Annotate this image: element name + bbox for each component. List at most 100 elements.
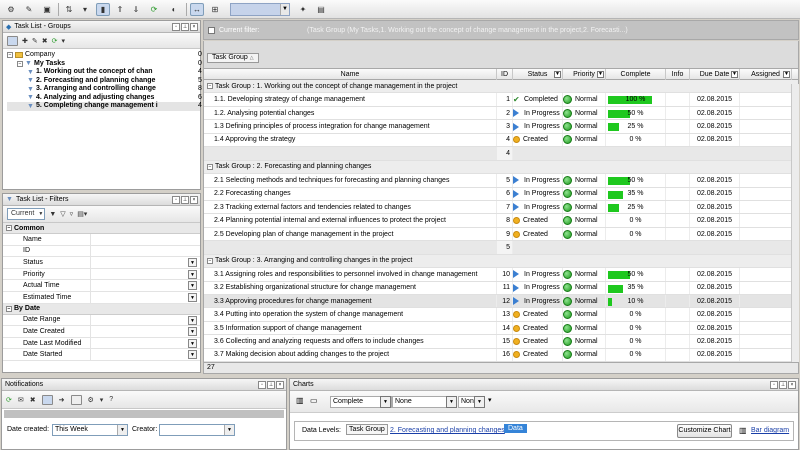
chart-icon[interactable]: ▥ bbox=[296, 396, 304, 405]
help-icon[interactable]: ? bbox=[109, 396, 113, 403]
group-tag[interactable]: Task Group △ bbox=[207, 53, 259, 63]
chart-series-combo[interactable]: None bbox=[392, 396, 454, 408]
filter-section-header[interactable]: − Common bbox=[3, 223, 200, 234]
close-icon[interactable]: × bbox=[190, 195, 198, 204]
filter-row[interactable]: Priority ▼ bbox=[3, 268, 200, 281]
filter-row-value[interactable]: ▼ bbox=[91, 280, 200, 291]
delete-group-icon[interactable]: ✖ bbox=[42, 37, 48, 45]
view-icon[interactable]: ◐ bbox=[167, 3, 181, 16]
tree-item[interactable]: ▼ 1. Working out the concept of chan 4 bbox=[7, 68, 202, 77]
table-row[interactable]: 2.5 Developing plan of change management… bbox=[204, 227, 798, 242]
archive-icon[interactable] bbox=[70, 394, 82, 405]
settings-icon[interactable]: ⚙ bbox=[4, 3, 18, 16]
chevron-down-icon[interactable]: ▼ bbox=[380, 396, 391, 408]
customize-chart-button[interactable]: Customize Chart bbox=[677, 424, 732, 438]
chevron-down-icon[interactable]: ▼ bbox=[188, 350, 197, 360]
sort-icon[interactable]: ⇅ bbox=[62, 3, 76, 16]
edit-group-icon[interactable]: ✎ bbox=[32, 37, 38, 45]
chevron-down-icon[interactable]: ▼ bbox=[188, 338, 197, 348]
table-row[interactable]: 1.2. Analysing potential changes 2 In Prog… bbox=[204, 106, 798, 121]
table-row[interactable]: 1.4 Approving the strategy 4 Created Normal… bbox=[204, 133, 798, 148]
grid-icon[interactable]: ⊞ bbox=[208, 3, 222, 16]
clear-filter-icon[interactable]: ▿ bbox=[70, 210, 74, 218]
refresh-icon[interactable]: ⟳ bbox=[147, 3, 161, 16]
pin-icon[interactable]: ⊥ bbox=[181, 22, 189, 31]
table-row[interactable]: 3.7 Making decision about adding changes… bbox=[204, 348, 798, 363]
chevron-down-icon[interactable]: ▼ bbox=[188, 327, 197, 337]
print-icon[interactable]: ▭ bbox=[310, 396, 318, 405]
table-row[interactable]: 1.1. Developing strategy of change manag… bbox=[204, 93, 798, 107]
refresh-icon[interactable]: ⟳ bbox=[6, 396, 12, 404]
close-icon[interactable]: × bbox=[276, 380, 284, 389]
bar-diagram-link[interactable]: Bar diagram bbox=[751, 427, 789, 434]
collapse-icon[interactable]: − bbox=[6, 225, 12, 231]
date-created-combo[interactable]: This Week ▼ bbox=[52, 424, 128, 436]
chevron-down-icon[interactable]: ▼ bbox=[474, 396, 485, 408]
chevron-down-icon[interactable]: ▼ bbox=[731, 71, 738, 78]
group-row[interactable]: − Task Group : 3. Arranging and controlli… bbox=[204, 254, 798, 269]
collapse-icon[interactable]: − bbox=[17, 60, 23, 67]
filter-row-value[interactable] bbox=[91, 234, 200, 245]
save-filter-icon[interactable]: ▼ bbox=[49, 211, 56, 218]
column-header-due-date[interactable]: Due Date ▼ bbox=[690, 69, 740, 80]
filter-row[interactable]: Name bbox=[3, 234, 200, 246]
table-row[interactable]: 2.1 Selecting methods and techniques for… bbox=[204, 174, 798, 188]
filter-row-value[interactable]: ▼ bbox=[91, 338, 200, 349]
data-level-forecasting[interactable]: 2. Forecasting and planning changes bbox=[390, 427, 505, 434]
table-row[interactable]: 2.2 Forecasting changes 6 In Progress Norma… bbox=[204, 187, 798, 201]
palette-icon[interactable]: ✦ bbox=[296, 3, 310, 16]
layout-icon[interactable]: ▤ bbox=[314, 3, 328, 16]
column-header-priority[interactable]: Priority ▼ bbox=[563, 69, 606, 80]
tree-item[interactable]: ▼ 2. Forecasting and planning change 5 bbox=[7, 77, 202, 86]
filter-row-value[interactable]: ▼ bbox=[91, 269, 200, 280]
restore-icon[interactable]: ▫ bbox=[172, 195, 180, 204]
add-group-icon[interactable]: ✚ bbox=[22, 37, 28, 45]
table-row[interactable]: 2.4 Planning potential internal and exte… bbox=[204, 214, 798, 228]
tools-icon[interactable]: ✎ bbox=[22, 3, 36, 16]
tree-item[interactable]: ▼ 4. Analyzing and adjusting changes 6 bbox=[7, 94, 202, 103]
filter-row[interactable]: Date Range ▼ bbox=[3, 314, 200, 327]
move-up-icon[interactable]: ⇑ bbox=[113, 3, 127, 16]
chevron-down-icon[interactable]: ▼ bbox=[188, 292, 197, 302]
pin-icon[interactable]: ⊥ bbox=[267, 380, 275, 389]
data-level-data[interactable]: Data bbox=[504, 424, 527, 433]
filter-row-value[interactable]: ▼ bbox=[91, 292, 200, 303]
filter-row[interactable]: ID bbox=[3, 245, 200, 258]
close-icon[interactable]: × bbox=[190, 22, 198, 31]
move-down-icon[interactable]: ⇓ bbox=[129, 3, 143, 16]
collapse-icon[interactable]: − bbox=[207, 163, 213, 170]
pin-icon[interactable]: ⊥ bbox=[779, 380, 787, 389]
chevron-down-icon[interactable]: ▼ bbox=[188, 281, 197, 291]
collapse-icon[interactable]: − bbox=[6, 305, 12, 312]
inbox-icon[interactable] bbox=[41, 394, 53, 405]
table-row[interactable]: 3.6 Collecting and analyzing requests an… bbox=[204, 335, 798, 349]
more-icon[interactable]: ▾ bbox=[488, 396, 492, 404]
chevron-down-icon[interactable]: ▼ bbox=[188, 258, 197, 268]
chevron-down-icon[interactable]: ▼ bbox=[188, 269, 197, 279]
apply-filter-icon[interactable]: ▽ bbox=[60, 210, 65, 218]
filter-row-value[interactable]: ▼ bbox=[91, 257, 200, 268]
column-header-status[interactable]: Status ▼ bbox=[513, 69, 563, 80]
chevron-down-icon[interactable]: ▼ bbox=[597, 71, 604, 78]
table-row[interactable]: 3.2 Establishing organizational structur… bbox=[204, 281, 798, 295]
tree-item[interactable]: ▼ 3. Arranging and controlling change 8 bbox=[7, 85, 202, 94]
chevron-down-icon[interactable]: ▼ bbox=[554, 71, 561, 78]
filter-row[interactable]: Status ▼ bbox=[3, 257, 200, 269]
refresh-icon[interactable]: ⟳ bbox=[52, 37, 58, 45]
restore-icon[interactable]: ▫ bbox=[770, 380, 778, 389]
column-header-complete[interactable]: Complete bbox=[606, 69, 666, 80]
pin-icon[interactable]: ⊥ bbox=[181, 195, 189, 204]
filter-section-header[interactable]: − By Date bbox=[3, 303, 200, 315]
chevron-down-icon[interactable]: ▾ bbox=[62, 37, 66, 45]
data-level-task-group[interactable]: Task Group bbox=[346, 424, 388, 435]
column-header-id[interactable]: ID bbox=[497, 69, 513, 80]
filter-row-value[interactable]: ▼ bbox=[91, 315, 200, 326]
tree-item[interactable]: − Company 0 bbox=[7, 51, 202, 60]
pin-icon[interactable]: ▮ bbox=[96, 3, 110, 16]
table-row[interactable]: 3.3 Approving procedures for change mana… bbox=[204, 295, 798, 309]
group-row[interactable]: − Task Group : 1. Working out the concept… bbox=[204, 80, 798, 94]
column-header-assigned[interactable]: Assigned ▼ bbox=[740, 69, 792, 80]
creator-combo[interactable]: ▼ bbox=[159, 424, 235, 436]
filter-icon[interactable]: ▾ bbox=[78, 3, 92, 16]
tree-item[interactable]: ▼ 5. Completing change management i 4 bbox=[7, 102, 202, 111]
